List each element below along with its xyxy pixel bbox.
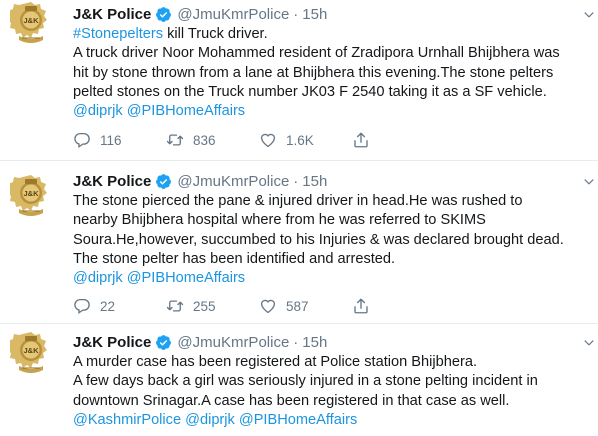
share-icon xyxy=(352,297,370,315)
like-button[interactable]: 1.6K xyxy=(259,131,352,149)
tweet-header: J&K Police @JmuKmrPolice · 15h xyxy=(73,333,588,352)
tweet[interactable]: J&K Police @JmuKmrPolice · 15h #Stonepel… xyxy=(0,0,598,160)
tweet-header: J&K Police @JmuKmrPolice · 15h xyxy=(73,5,588,24)
mentions-links[interactable]: @diprjk @PIBHomeAffairs xyxy=(73,103,245,119)
reply-button[interactable]: 22 xyxy=(73,297,166,315)
jk-police-emblem-icon[interactable] xyxy=(10,173,52,219)
author-name[interactable]: J&K Police xyxy=(73,6,151,23)
heart-icon xyxy=(259,297,277,315)
tweet-text: #Stonepelters kill Truck driver. A truck… xyxy=(73,25,588,121)
tweet-content: J&K Police @JmuKmrPolice · 15h The stone… xyxy=(73,172,588,288)
tweet-text: The stone pierced the pane & injured dri… xyxy=(73,192,588,288)
share-button[interactable] xyxy=(352,131,379,149)
tweet-timestamp[interactable]: 15h xyxy=(302,334,327,351)
reply-icon xyxy=(73,131,91,149)
author-name[interactable]: J&K Police xyxy=(73,334,151,351)
tweet-text-line1: kill Truck driver. xyxy=(163,26,268,42)
heart-icon xyxy=(259,131,277,149)
tweet-content: J&K Police @JmuKmrPolice · 15h A murder … xyxy=(73,333,588,430)
reply-icon xyxy=(73,297,91,315)
separator-dot: · xyxy=(293,6,299,23)
author-name[interactable]: J&K Police xyxy=(73,173,151,190)
tweet-actions: 116 836 1.6K xyxy=(73,131,379,149)
tweet-text-body: A truck driver Noor Mohammed resident of… xyxy=(73,45,560,100)
author-handle[interactable]: @JmuKmrPolice xyxy=(177,334,289,351)
separator-dot: · xyxy=(293,173,299,190)
retweet-button[interactable]: 255 xyxy=(166,297,259,315)
author-handle[interactable]: @JmuKmrPolice xyxy=(177,173,289,190)
jk-police-emblem-icon[interactable] xyxy=(10,330,52,376)
tweet-timestamp[interactable]: 15h xyxy=(302,173,327,190)
retweet-button[interactable]: 836 xyxy=(166,131,259,149)
tweet-text-body: The stone pierced the pane & injured dri… xyxy=(73,193,564,267)
tweet-text: A murder case has been registered at Pol… xyxy=(73,353,588,430)
hashtag-link[interactable]: #Stonepelters xyxy=(73,26,163,42)
author-handle[interactable]: @JmuKmrPolice xyxy=(177,6,289,23)
jk-police-emblem-icon[interactable] xyxy=(10,0,52,46)
tweet-content: J&K Police @JmuKmrPolice · 15h #Stonepel… xyxy=(73,5,588,121)
tweet-timestamp[interactable]: 15h xyxy=(302,6,327,23)
reply-button[interactable]: 116 xyxy=(73,131,166,149)
chevron-down-icon[interactable] xyxy=(582,8,596,22)
chevron-down-icon[interactable] xyxy=(582,175,596,189)
like-count: 1.6K xyxy=(286,132,314,148)
reply-count: 116 xyxy=(100,132,122,148)
share-button[interactable] xyxy=(352,297,379,315)
retweet-icon xyxy=(166,297,184,315)
tweet-text-body: A murder case has been registered at Pol… xyxy=(73,354,538,409)
mentions-links[interactable]: @KashmirPolice @diprjk @PIBHomeAffairs xyxy=(73,412,357,428)
mentions-links[interactable]: @diprjk @PIBHomeAffairs xyxy=(73,270,245,286)
tweet-actions: 22 255 587 xyxy=(73,297,379,315)
like-count: 587 xyxy=(286,298,309,314)
share-icon xyxy=(352,131,370,149)
verified-badge-icon xyxy=(155,6,172,23)
verified-badge-icon xyxy=(155,334,172,351)
chevron-down-icon[interactable] xyxy=(582,336,596,350)
reply-count: 22 xyxy=(100,298,116,314)
separator-dot: · xyxy=(293,334,299,351)
tweet-header: J&K Police @JmuKmrPolice · 15h xyxy=(73,172,588,191)
retweet-count: 836 xyxy=(193,132,216,148)
like-button[interactable]: 587 xyxy=(259,297,352,315)
retweet-icon xyxy=(166,131,184,149)
tweet[interactable]: J&K Police @JmuKmrPolice · 15h A murder … xyxy=(0,323,598,436)
verified-badge-icon xyxy=(155,173,172,190)
retweet-count: 255 xyxy=(193,298,216,314)
tweet[interactable]: J&K Police @JmuKmrPolice · 15h The stone… xyxy=(0,160,598,323)
